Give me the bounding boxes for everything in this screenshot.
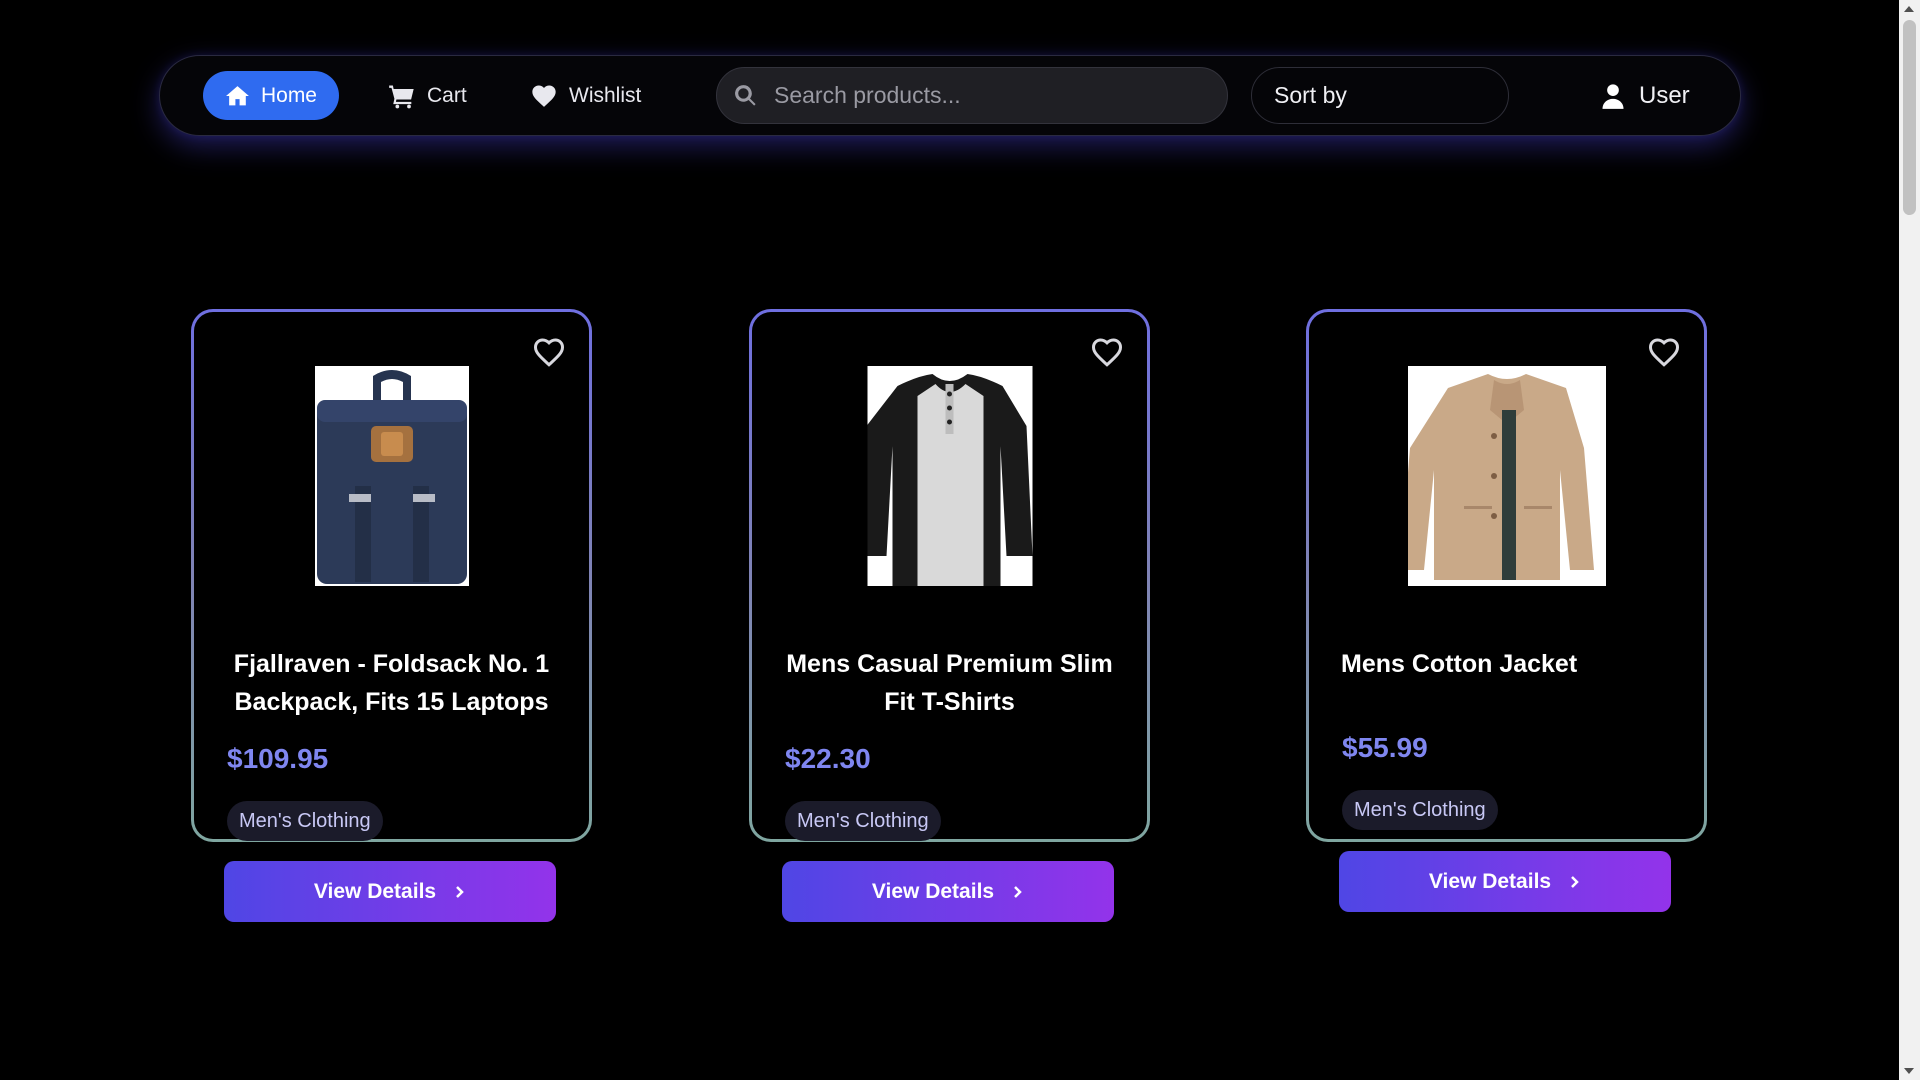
- nav-wishlist-label: Wishlist: [569, 83, 642, 107]
- scroll-down-arrow-icon[interactable]: [1904, 1068, 1914, 1074]
- view-details-button[interactable]: View Details: [1339, 851, 1671, 912]
- page-scrollbar[interactable]: [1899, 0, 1920, 1080]
- search-icon: [735, 85, 756, 106]
- wishlist-heart-button[interactable]: [1089, 334, 1125, 370]
- view-details-button[interactable]: View Details: [224, 861, 556, 922]
- wishlist-heart-button[interactable]: [531, 334, 567, 370]
- heart-icon: [532, 85, 556, 107]
- chevron-right-icon: [456, 885, 464, 898]
- cart-icon: [389, 85, 414, 108]
- nav-home-button[interactable]: Home: [203, 71, 339, 120]
- search-input[interactable]: [774, 82, 1194, 109]
- product-card-wrapper: Fjallraven - Foldsack No. 1 Backpack, Fi…: [191, 309, 592, 922]
- category-badge: Men's Clothing: [785, 801, 941, 841]
- user-icon: [1602, 83, 1624, 109]
- nav-wishlist-button[interactable]: Wishlist: [508, 71, 663, 120]
- product-card-wrapper: Mens Cotton Jacket $55.99 Men's Clothing…: [1306, 309, 1707, 912]
- product-image: [314, 366, 469, 586]
- product-card[interactable]: Mens Casual Premium Slim Fit T-Shirts $2…: [749, 309, 1150, 842]
- product-image: [860, 366, 1032, 586]
- nav-cart-button[interactable]: Cart: [366, 71, 489, 120]
- view-details-label: View Details: [871, 879, 995, 903]
- product-title: Mens Cotton Jacket: [1341, 650, 1578, 678]
- product-price: $55.99: [1342, 732, 1428, 763]
- product-title: Fjallraven - Foldsack No. 1 Backpack, Fi…: [233, 650, 550, 716]
- chevron-right-icon: [1571, 875, 1579, 888]
- home-icon: [226, 85, 249, 105]
- user-label: User: [1639, 81, 1690, 109]
- category-badge: Men's Clothing: [227, 801, 383, 841]
- shirt-image: [860, 366, 1032, 586]
- scroll-up-arrow-icon[interactable]: [1904, 6, 1914, 12]
- heart-outline-icon: [533, 338, 565, 367]
- product-price: $109.95: [227, 743, 329, 774]
- user-menu-button[interactable]: User: [1587, 71, 1702, 120]
- search-bar[interactable]: [716, 67, 1228, 124]
- product-price: $22.30: [785, 743, 871, 774]
- heart-outline-icon: [1648, 338, 1680, 367]
- scroll-thumb[interactable]: [1903, 20, 1916, 215]
- view-details-label: View Details: [313, 879, 437, 903]
- sort-label: Sort by: [1274, 82, 1347, 108]
- wishlist-heart-button[interactable]: [1646, 334, 1682, 370]
- view-details-button[interactable]: View Details: [782, 861, 1114, 922]
- nav-cart-label: Cart: [427, 83, 467, 107]
- view-details-label: View Details: [1428, 869, 1552, 893]
- product-card-wrapper: Mens Casual Premium Slim Fit T-Shirts $2…: [749, 309, 1150, 922]
- product-card[interactable]: Mens Cotton Jacket $55.99 Men's Clothing: [1306, 309, 1707, 842]
- navbar: Home Cart Wishlist Sort by User: [159, 55, 1741, 136]
- backpack-image: [314, 366, 469, 586]
- jacket-image: [1399, 366, 1606, 586]
- nav-home-label: Home: [260, 83, 317, 107]
- heart-outline-icon: [1091, 338, 1123, 367]
- sort-dropdown[interactable]: Sort by: [1251, 67, 1509, 124]
- chevron-right-icon: [1014, 885, 1022, 898]
- product-title: Mens Casual Premium Slim Fit T-Shirts: [786, 650, 1113, 716]
- category-badge: Men's Clothing: [1342, 790, 1498, 830]
- product-image: [1399, 366, 1606, 586]
- product-card[interactable]: Fjallraven - Foldsack No. 1 Backpack, Fi…: [191, 309, 592, 842]
